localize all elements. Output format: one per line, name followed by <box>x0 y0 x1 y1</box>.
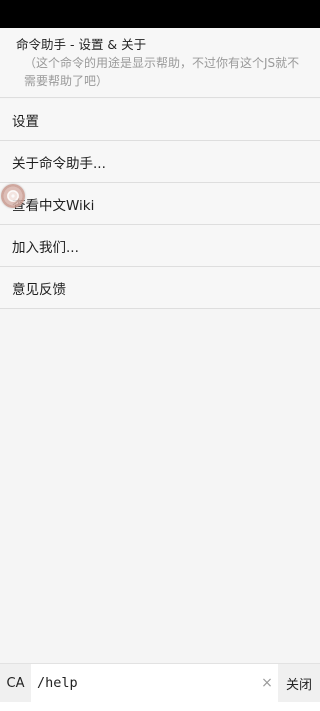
menu-item-settings[interactable]: 设置 <box>0 99 320 141</box>
status-bar <box>0 0 320 28</box>
clear-icon[interactable]: × <box>256 664 278 702</box>
floating-assistant-icon[interactable] <box>1 184 25 208</box>
menu-item-feedback[interactable]: 意见反馈 <box>0 267 320 309</box>
page-description: （这个命令的用途是显示帮助，不过你有这个JS就不需要帮助了吧） <box>24 56 300 88</box>
command-bar: CA × 关闭 <box>0 663 320 702</box>
command-input[interactable] <box>31 664 256 702</box>
menu-item-about[interactable]: 关于命令助手... <box>0 141 320 183</box>
menu-list: 设置 关于命令助手... 查看中文Wiki 加入我们... 意见反馈 <box>0 99 320 309</box>
menu-item-wiki[interactable]: 查看中文Wiki <box>0 183 320 225</box>
navigation-bar <box>0 702 320 711</box>
menu-item-join-us[interactable]: 加入我们... <box>0 225 320 267</box>
command-prefix-label[interactable]: CA <box>0 664 31 702</box>
dialog-header: 命令助手 - 设置 & 关于 （这个命令的用途是显示帮助，不过你有这个JS就不需… <box>0 28 320 98</box>
page-title: 命令助手 - 设置 & 关于 <box>16 37 147 52</box>
close-button[interactable]: 关闭 <box>278 664 320 702</box>
floating-assistant-glyph <box>7 190 19 202</box>
